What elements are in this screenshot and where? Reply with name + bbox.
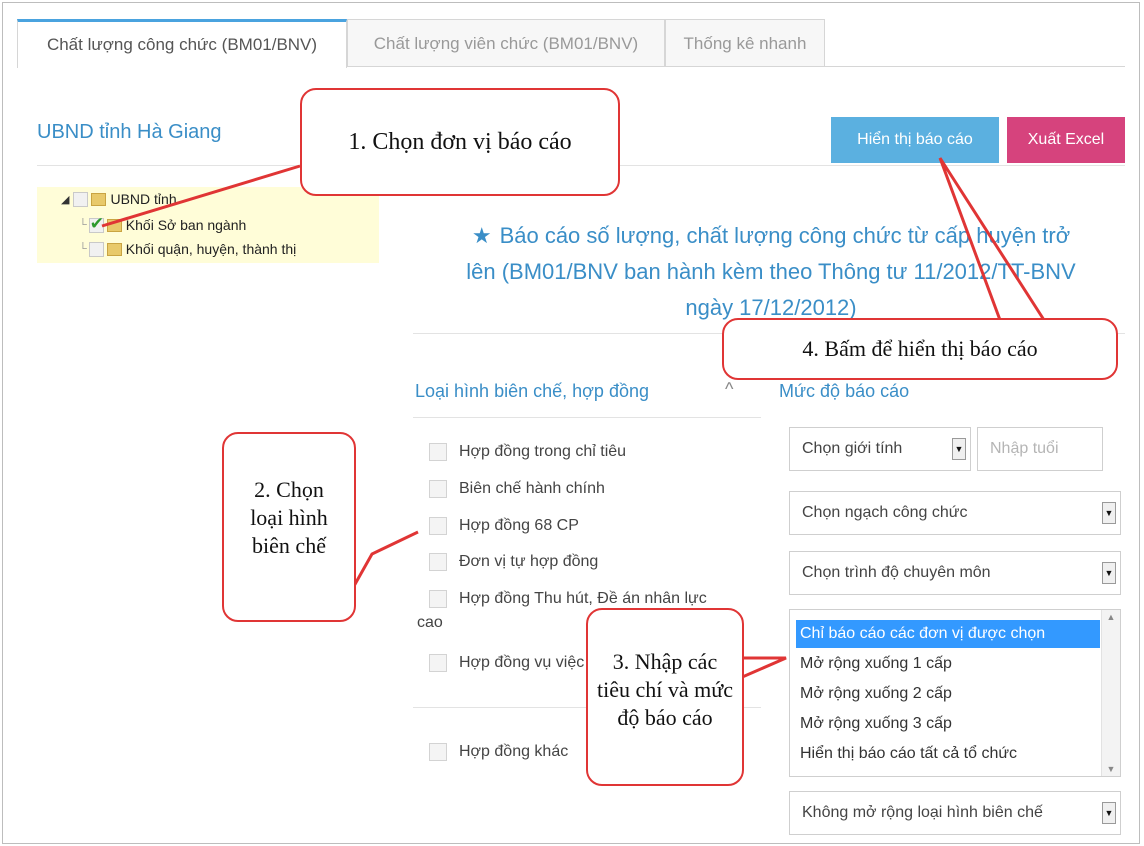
arrow-to-listbox [739, 656, 787, 680]
arrow-to-options [352, 530, 419, 587]
arrow-to-tree [101, 164, 301, 228]
callout-line: độ báo cáo [617, 705, 713, 730]
callout-show-report: 4. Bấm để hiển thị báo cáo [722, 318, 1118, 380]
callout-choose-unit: 1. Chọn đơn vị báo cáo [300, 88, 620, 196]
callout-line: 2. Chọn [254, 477, 324, 502]
callout-line: biên chế [252, 533, 326, 558]
callout-line: tiêu chí và mức [597, 677, 733, 702]
callout-choose-staff-type: 2. Chọn loại hình biên chế [222, 432, 356, 622]
callout-line: 3. Nhập các [612, 649, 718, 674]
callout-line: loại hình [250, 505, 328, 530]
arrow-to-show-button [938, 157, 1046, 321]
callout-enter-criteria: 3. Nhập các tiêu chí và mức độ báo cáo [586, 608, 744, 786]
